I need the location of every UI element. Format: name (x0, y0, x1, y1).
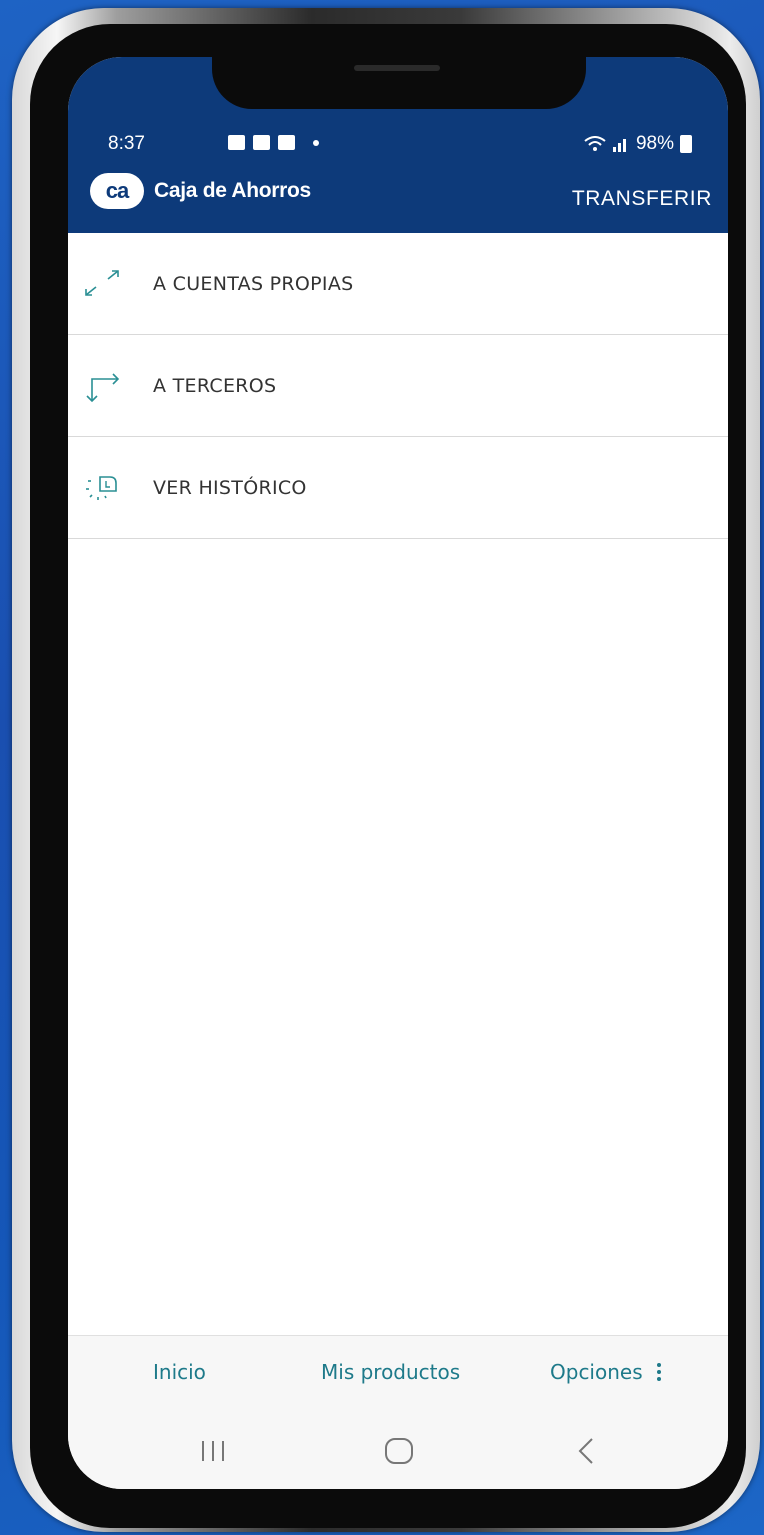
phone-screen: 8:37 98% ca Caja de Ahorros TRANSFERIR A… (68, 57, 728, 1489)
status-right: 98% (584, 133, 692, 155)
back-icon[interactable] (576, 1437, 596, 1465)
nav-home[interactable]: Inicio (153, 1360, 206, 1384)
gallery-icon (228, 135, 245, 150)
brand: ca Caja de Ahorros (90, 173, 311, 209)
brand-name: Caja de Ahorros (154, 179, 311, 202)
battery-percent: 98% (635, 133, 674, 154)
calendar-icon (278, 135, 295, 150)
recents-icon[interactable] (198, 1439, 228, 1463)
menu-item-label: A TERCEROS (153, 374, 277, 397)
nav-options[interactable]: Opciones (550, 1360, 661, 1384)
kebab-menu-icon (656, 1363, 661, 1381)
signal-icon (612, 139, 626, 152)
corner-arrows-icon (86, 372, 120, 402)
more-notifications-icon (313, 139, 319, 146)
menu-item-own-accounts[interactable]: A CUENTAS PROPIAS (68, 233, 728, 335)
wifi-icon (584, 136, 606, 151)
speaker-grille (354, 65, 440, 71)
transfer-menu: A CUENTAS PROPIAS A TERCEROS VER HISTÓRI… (68, 233, 728, 539)
status-time: 8:37 (108, 133, 145, 154)
notification-icons (160, 135, 319, 150)
bottom-nav: Inicio Mis productos Opciones (68, 1335, 728, 1413)
swap-arrows-icon (85, 269, 119, 296)
menu-item-third-parties[interactable]: A TERCEROS (68, 335, 728, 437)
history-icon (86, 475, 117, 500)
teams-icon (253, 135, 270, 150)
home-icon[interactable] (384, 1437, 414, 1465)
page-title: TRANSFERIR (571, 187, 712, 210)
menu-item-label: VER HISTÓRICO (153, 476, 307, 499)
status-bar: 8:37 98% (68, 131, 728, 161)
menu-item-label: A CUENTAS PROPIAS (153, 272, 354, 295)
brand-logo: ca (90, 173, 144, 209)
nav-options-label: Opciones (550, 1360, 643, 1384)
menu-item-history[interactable]: VER HISTÓRICO (68, 437, 728, 539)
nav-my-products[interactable]: Mis productos (321, 1360, 460, 1384)
battery-icon (680, 135, 692, 153)
system-navigation-bar (68, 1413, 728, 1489)
